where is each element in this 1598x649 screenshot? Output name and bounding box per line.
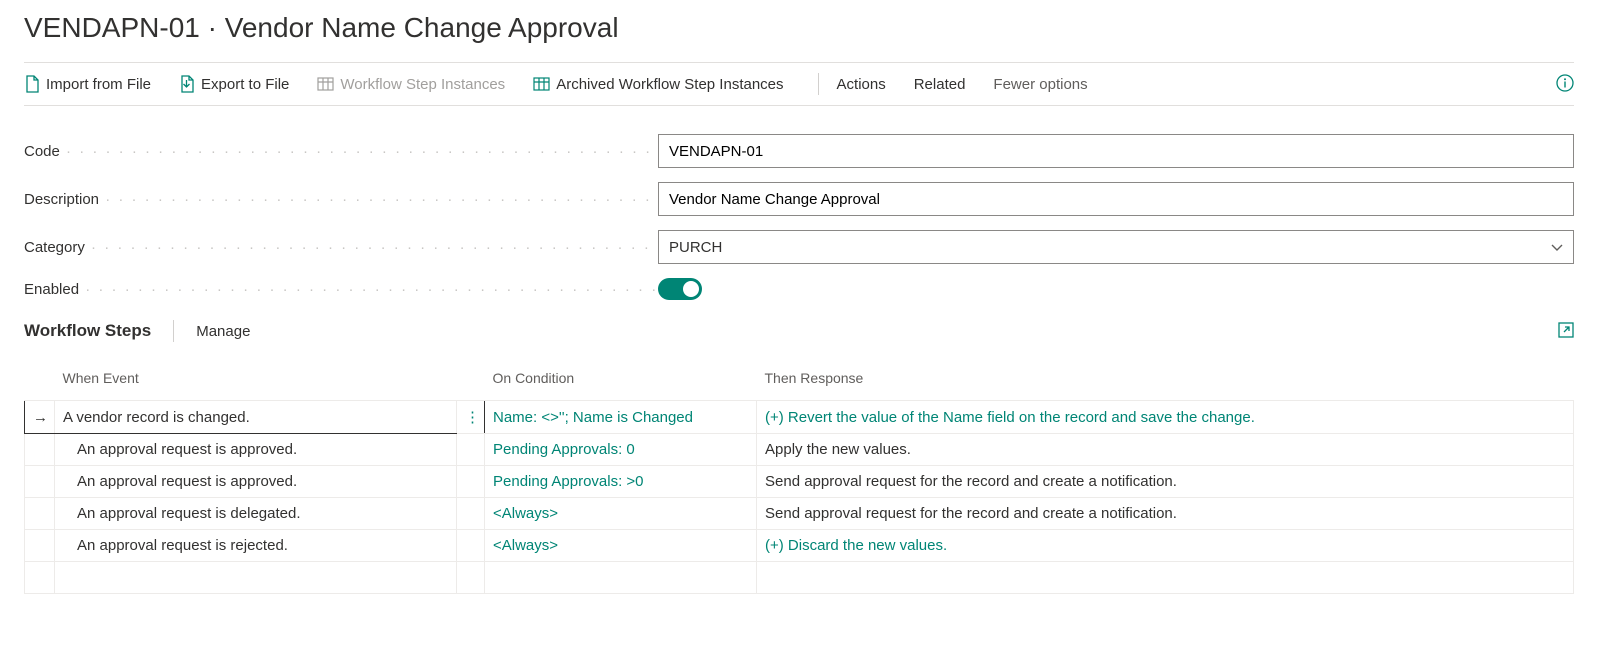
workflow-step-instances-action[interactable]: Workflow Step Instances <box>317 72 519 97</box>
row-arrow-icon: → <box>25 401 55 434</box>
actions-menu[interactable]: Actions <box>837 72 900 97</box>
table-row-empty[interactable] <box>25 562 1574 594</box>
row-more-icon[interactable] <box>457 498 485 530</box>
description-field-row: Description <box>24 182 1574 216</box>
row-more-icon[interactable] <box>457 466 485 498</box>
event-cell[interactable]: An approval request is approved. <box>55 466 457 498</box>
event-cell[interactable]: An approval request is approved. <box>55 434 457 466</box>
description-input[interactable] <box>658 182 1574 216</box>
import-label: Import from File <box>46 76 151 93</box>
import-from-file-action[interactable]: Import from File <box>24 71 165 97</box>
file-export-icon <box>179 75 195 93</box>
divider <box>818 73 819 95</box>
row-arrow-icon <box>25 466 55 498</box>
table-row[interactable]: An approval request is approved. Pending … <box>25 466 1574 498</box>
archived-workflow-step-instances-action[interactable]: Archived Workflow Step Instances <box>533 72 797 97</box>
workflow-steps-table: When Event On Condition Then Response →A… <box>24 364 1574 594</box>
enabled-toggle[interactable] <box>658 278 702 300</box>
condition-cell[interactable]: <Always> <box>485 498 757 530</box>
expand-icon[interactable] <box>1558 322 1574 341</box>
category-field-row: Category PURCH <box>24 230 1574 264</box>
workflow-steps-section-header: Workflow Steps Manage <box>24 320 1574 342</box>
category-value: PURCH <box>669 239 722 256</box>
related-menu[interactable]: Related <box>914 72 980 97</box>
code-label: Code <box>24 143 658 160</box>
event-cell[interactable]: An approval request is rejected. <box>55 530 457 562</box>
response-cell[interactable]: (+) Revert the value of the Name field o… <box>757 401 1574 434</box>
col-then-response[interactable]: Then Response <box>757 364 1574 401</box>
table-row[interactable]: An approval request is rejected. <Always>… <box>25 530 1574 562</box>
response-cell[interactable]: Apply the new values. <box>757 434 1574 466</box>
info-icon[interactable] <box>1556 74 1574 95</box>
event-cell[interactable]: A vendor record is changed. <box>55 401 457 434</box>
row-more-icon[interactable] <box>457 530 485 562</box>
table-icon <box>533 77 550 91</box>
action-bar: Import from File Export to File Workflow… <box>24 62 1574 106</box>
chevron-down-icon <box>1551 239 1563 256</box>
category-label: Category <box>24 239 658 256</box>
response-cell[interactable]: Send approval request for the record and… <box>757 466 1574 498</box>
archived-wfsi-label: Archived Workflow Step Instances <box>556 76 783 93</box>
condition-cell[interactable]: <Always> <box>485 530 757 562</box>
related-menu-label: Related <box>914 76 966 93</box>
fewer-options-action[interactable]: Fewer options <box>993 72 1101 97</box>
page-title: VENDAPN-01 · Vendor Name Change Approval <box>24 12 1574 44</box>
wfsi-label: Workflow Step Instances <box>340 76 505 93</box>
row-arrow-icon <box>25 434 55 466</box>
description-label: Description <box>24 191 658 208</box>
condition-cell[interactable]: Pending Approvals: 0 <box>485 434 757 466</box>
enabled-field-row: Enabled <box>24 278 1574 300</box>
row-more-icon[interactable]: ⋮ <box>457 401 485 434</box>
condition-cell[interactable]: Name: <>''; Name is Changed <box>485 401 757 434</box>
row-more-icon[interactable] <box>457 434 485 466</box>
row-arrow-icon <box>25 498 55 530</box>
condition-cell[interactable]: Pending Approvals: >0 <box>485 466 757 498</box>
code-field-row: Code <box>24 134 1574 168</box>
divider <box>173 320 174 342</box>
export-to-file-action[interactable]: Export to File <box>179 71 303 97</box>
table-icon <box>317 77 334 91</box>
col-when-event[interactable]: When Event <box>55 364 457 401</box>
row-arrow-icon <box>25 530 55 562</box>
table-row[interactable]: An approval request is approved. Pending … <box>25 434 1574 466</box>
table-row[interactable]: →A vendor record is changed.⋮Name: <>'';… <box>25 401 1574 434</box>
event-cell[interactable]: An approval request is delegated. <box>55 498 457 530</box>
category-select[interactable]: PURCH <box>658 230 1574 264</box>
file-import-icon <box>24 75 40 93</box>
workflow-steps-title: Workflow Steps <box>24 321 151 341</box>
manage-action[interactable]: Manage <box>196 323 250 340</box>
export-label: Export to File <box>201 76 289 93</box>
code-input[interactable] <box>658 134 1574 168</box>
col-on-condition[interactable]: On Condition <box>485 364 757 401</box>
fewer-options-label: Fewer options <box>993 76 1087 93</box>
actions-menu-label: Actions <box>837 76 886 93</box>
response-cell[interactable]: (+) Discard the new values. <box>757 530 1574 562</box>
table-row[interactable]: An approval request is delegated. <Always… <box>25 498 1574 530</box>
response-cell[interactable]: Send approval request for the record and… <box>757 498 1574 530</box>
enabled-label: Enabled <box>24 281 658 298</box>
